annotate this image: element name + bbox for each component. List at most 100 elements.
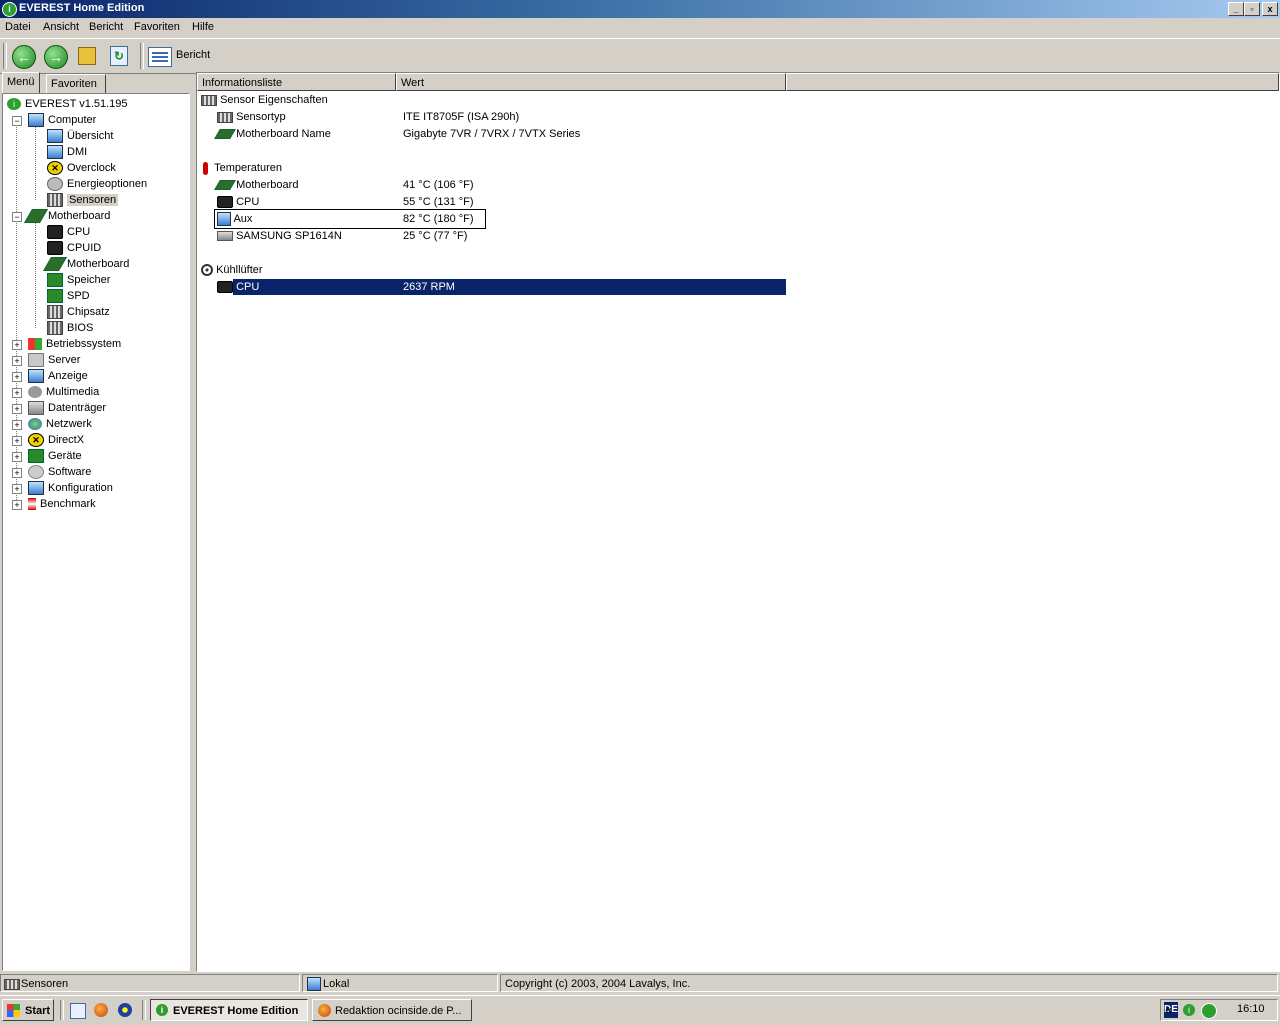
row-label: CPU [236, 196, 260, 208]
column-header-wert[interactable]: Wert [396, 73, 786, 91]
windows-flag-icon [7, 1004, 20, 1017]
expand-toggle[interactable]: + [12, 500, 22, 510]
tree-item-spd[interactable]: SPD [47, 288, 90, 304]
expand-toggle[interactable]: + [12, 404, 22, 414]
column-header-empty [786, 73, 1279, 91]
list-item[interactable]: SAMSUNG SP1614N [217, 228, 342, 244]
report-icon [148, 47, 172, 67]
list-item[interactable]: Motherboard Name [214, 126, 331, 142]
tree-item-label: CPU [67, 226, 91, 238]
tree-item-konfiguration[interactable]: Konfiguration [28, 480, 113, 496]
tree-item-speicher[interactable]: Speicher [47, 272, 110, 288]
tree-item-cpu[interactable]: CPU [47, 224, 90, 240]
list-item-selected[interactable]: CPU [217, 279, 259, 295]
sensor-icon [4, 979, 20, 990]
tree-item-chipsatz[interactable]: Chipsatz [47, 304, 110, 320]
tree-root[interactable]: i EVEREST v1.51.195 [7, 96, 128, 112]
minimize-button[interactable]: _ [1228, 2, 1244, 16]
tab-favoriten[interactable]: Favoriten [46, 74, 106, 94]
tab-menu[interactable]: Menü [2, 72, 40, 93]
tree-item-energieoptionen[interactable]: Energieoptionen [47, 176, 147, 192]
expand-toggle[interactable]: + [12, 372, 22, 382]
tree-item-overclock[interactable]: ✕ Overclock [47, 160, 116, 176]
tree-item-netzwerk[interactable]: Netzwerk [28, 416, 92, 432]
tree-item-datentraeger[interactable]: Datenträger [28, 400, 106, 416]
motherboard-icon [23, 209, 49, 224]
row-value: 25 °C (77 °F) [403, 230, 468, 242]
tree-item-dmi[interactable]: DMI [47, 144, 87, 160]
expand-toggle[interactable]: + [12, 468, 22, 478]
group-header[interactable]: Temperaturen [203, 160, 282, 176]
refresh-button[interactable]: ↻ [106, 43, 132, 69]
tree-item-uebersicht[interactable]: Übersicht [47, 128, 113, 144]
expand-toggle[interactable]: + [12, 436, 22, 446]
back-button[interactable]: ← [10, 43, 36, 69]
menu-ansicht[interactable]: Ansicht [43, 21, 79, 33]
tree-item-motherboard-sub[interactable]: Motherboard [42, 256, 129, 272]
tree-item-bios[interactable]: BIOS [47, 320, 93, 336]
expand-toggle[interactable]: + [12, 452, 22, 462]
forward-button[interactable]: → [42, 43, 68, 69]
menu-bericht[interactable]: Bericht [89, 21, 123, 33]
panel-splitter[interactable] [191, 72, 195, 970]
tree-item-benchmark[interactable]: Benchmark [28, 496, 96, 512]
clock[interactable]: 16:10 [1237, 1003, 1265, 1015]
report-button[interactable]: Bericht [148, 45, 214, 67]
tree-item-label: Übersicht [67, 130, 114, 142]
expand-toggle[interactable]: + [12, 484, 22, 494]
taskbar-separator [60, 1000, 64, 1020]
tree-item-motherboard[interactable]: Motherboard [23, 208, 110, 224]
taskbar-task-everest[interactable]: i EVEREST Home Edition [150, 999, 308, 1021]
taskbar-task-firefox[interactable]: Redaktion ocinside.de P... [312, 999, 472, 1021]
tree-item-multimedia[interactable]: Multimedia [28, 384, 99, 400]
tree-item-computer[interactable]: Computer [28, 112, 96, 128]
tree-item-label: Benchmark [40, 498, 96, 510]
group-header[interactable]: Sensor Eigenschaften [201, 92, 328, 108]
list-item[interactable]: Motherboard [214, 177, 298, 193]
close-button[interactable]: x [1262, 2, 1278, 16]
firefox-icon[interactable] [94, 1003, 108, 1017]
collapse-motherboard-toggle[interactable]: − [12, 212, 22, 222]
tree-item-anzeige[interactable]: Anzeige [28, 368, 88, 384]
nvidia-tray-icon[interactable] [1201, 1003, 1217, 1019]
configuration-icon [28, 481, 44, 496]
tree-item-sensoren[interactable]: Sensoren [47, 192, 119, 208]
everest-tray-icon[interactable]: i [1183, 1004, 1195, 1016]
tree-item-label: Datenträger [48, 402, 107, 414]
tree-item-cpuid[interactable]: CPUID [47, 240, 101, 256]
list-item[interactable]: Aux [217, 211, 252, 227]
list-item[interactable]: CPU [217, 194, 259, 210]
collapse-computer-toggle[interactable]: − [12, 116, 22, 126]
expand-toggle[interactable]: + [12, 356, 22, 366]
expand-toggle[interactable]: + [12, 340, 22, 350]
computer-icon [47, 129, 63, 144]
tree-item-software[interactable]: Software [28, 464, 91, 480]
storage-icon [28, 401, 44, 416]
tree-item-directx[interactable]: ✕ DirectX [28, 432, 84, 448]
up-button[interactable] [74, 43, 100, 69]
power-options-icon [47, 177, 63, 192]
group-header[interactable]: Kühllüfter [201, 262, 263, 278]
tree-item-label: Speicher [67, 274, 111, 286]
column-header-informationsliste[interactable]: Informationsliste [197, 73, 396, 91]
hard-disk-icon [217, 231, 233, 242]
tree-item-server[interactable]: Server [28, 352, 80, 368]
start-button[interactable]: Start [2, 999, 54, 1021]
media-player-icon[interactable] [118, 1003, 132, 1017]
tree-item-geraete[interactable]: Geräte [28, 448, 82, 464]
menu-hilfe[interactable]: Hilfe [192, 21, 214, 33]
menu-datei[interactable]: Datei [5, 21, 31, 33]
menu-favoriten[interactable]: Favoriten [134, 21, 180, 33]
expand-toggle[interactable]: + [12, 388, 22, 398]
show-desktop-icon[interactable] [70, 1003, 86, 1019]
tree-item-betriebssystem[interactable]: Betriebssystem [28, 336, 121, 352]
maximize-button[interactable]: ▫ [1244, 2, 1260, 16]
row-label: CPU [236, 281, 260, 293]
list-item[interactable]: Sensortyp [217, 109, 286, 125]
sensor-icon [47, 193, 63, 208]
tray-chevron[interactable]: « [1165, 1002, 1172, 1017]
report-label: Bericht [176, 49, 211, 61]
expand-toggle[interactable]: + [12, 420, 22, 430]
software-cd-icon [28, 465, 44, 480]
task-label: EVEREST Home Edition [173, 1005, 299, 1017]
